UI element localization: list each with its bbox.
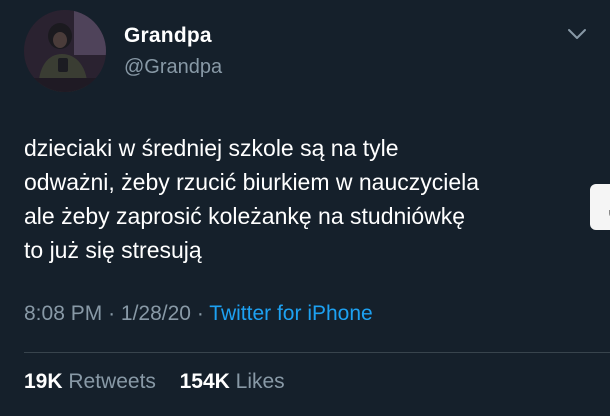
retweets-count: 19K — [24, 370, 63, 393]
divider — [24, 352, 610, 353]
display-name[interactable]: Grandpa — [124, 24, 212, 48]
tweet-source-link[interactable]: Twitter for iPhone — [209, 302, 372, 325]
tweet-text-line: odważni, żeby rzucić biurkiem w nauczyci… — [24, 169, 480, 195]
likes-label: Likes — [235, 370, 285, 393]
tweet-text-line: ale żeby zaprosić koleżankę na studniówk… — [24, 203, 466, 229]
meta-separator: · — [108, 302, 116, 325]
tweet-stats: 19K Retweets 154K Likes — [24, 370, 285, 394]
watermark-logo: jeja.pl — [590, 184, 610, 230]
tweet-meta: 8:08 PM · 1/28/20 · Twitter for iPhone — [24, 302, 373, 326]
meta-separator: · — [196, 302, 204, 325]
avatar[interactable] — [24, 10, 106, 92]
retweets-label: Retweets — [68, 370, 156, 393]
tweet-text-line: dzieciaki w średniej szkole są na tyle — [24, 135, 399, 161]
tweet-time[interactable]: 8:08 PM — [24, 302, 102, 325]
chevron-down-icon[interactable] — [566, 26, 588, 42]
user-handle[interactable]: @Grandpa — [124, 56, 222, 79]
tweet-date[interactable]: 1/28/20 — [121, 302, 191, 325]
retweets-stat[interactable]: 19K Retweets — [24, 370, 162, 393]
tweet-text-line: to już się stresują — [24, 237, 202, 263]
likes-count: 154K — [179, 370, 230, 393]
likes-stat[interactable]: 154K Likes — [180, 370, 285, 393]
tweet-text: dzieciaki w średniej szkole są na tyle o… — [24, 131, 584, 267]
